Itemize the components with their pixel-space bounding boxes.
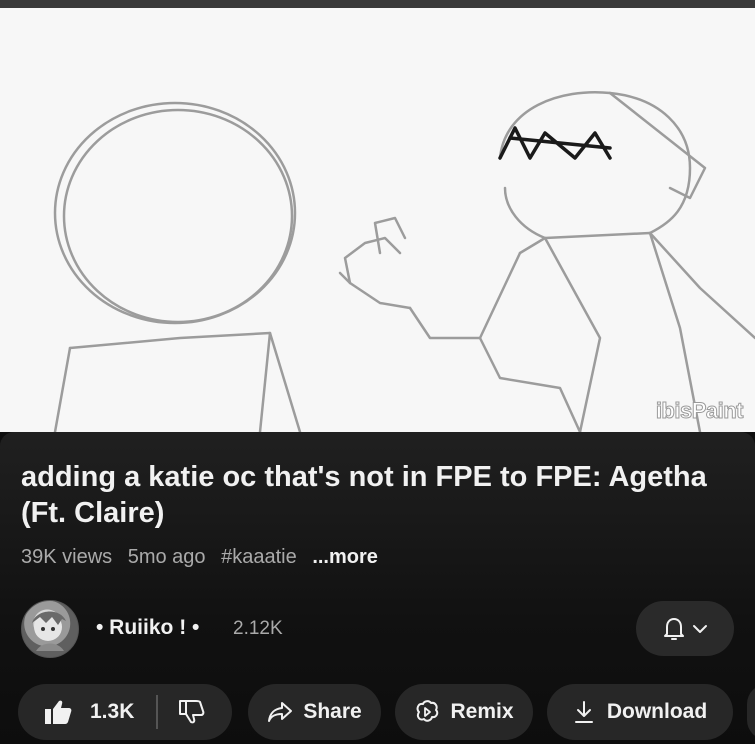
like-count: 1.3K bbox=[90, 700, 135, 723]
download-button[interactable]: Download bbox=[547, 684, 733, 740]
video-player[interactable]: ibisPaint bbox=[0, 8, 755, 432]
download-icon bbox=[574, 701, 593, 723]
download-label: Download bbox=[606, 700, 708, 723]
video-meta[interactable]: 39K views 5mo ago #kaaatie ...more bbox=[21, 546, 388, 569]
hashtag-link[interactable]: #kaaatie bbox=[221, 546, 297, 568]
share-button[interactable]: Share bbox=[248, 684, 381, 740]
channel-name[interactable]: • Ruiiko ! • bbox=[96, 616, 199, 640]
status-bar bbox=[0, 0, 755, 8]
avatar[interactable] bbox=[21, 600, 79, 658]
chevron-down-icon bbox=[693, 624, 707, 633]
thumbs-down-icon bbox=[179, 700, 205, 724]
avatar-image bbox=[32, 611, 66, 651]
share-icon bbox=[268, 702, 293, 722]
remix-icon bbox=[417, 700, 439, 722]
thumbs-up-icon bbox=[45, 700, 72, 724]
more-button[interactable]: ...more bbox=[312, 546, 378, 568]
watermark: ibisPaint bbox=[655, 398, 744, 424]
dislike-button[interactable] bbox=[178, 699, 206, 725]
remix-label: Remix bbox=[450, 700, 514, 723]
upload-age: 5mo ago bbox=[127, 546, 206, 568]
view-count: 39K views bbox=[21, 546, 113, 568]
share-label: Share bbox=[303, 700, 362, 723]
video-frame-sketch bbox=[53, 91, 755, 432]
like-divider bbox=[156, 695, 159, 729]
like-button[interactable]: 1.3K bbox=[18, 699, 134, 725]
notification-bell-button[interactable] bbox=[636, 601, 734, 656]
subscriber-count: 2.12K bbox=[233, 618, 283, 639]
video-title[interactable]: adding a katie oc that's not in FPE to F… bbox=[21, 459, 721, 531]
bell-icon bbox=[664, 617, 684, 640]
like-dislike-group: 1.3K bbox=[18, 684, 232, 740]
remix-button[interactable]: Remix bbox=[395, 684, 533, 740]
